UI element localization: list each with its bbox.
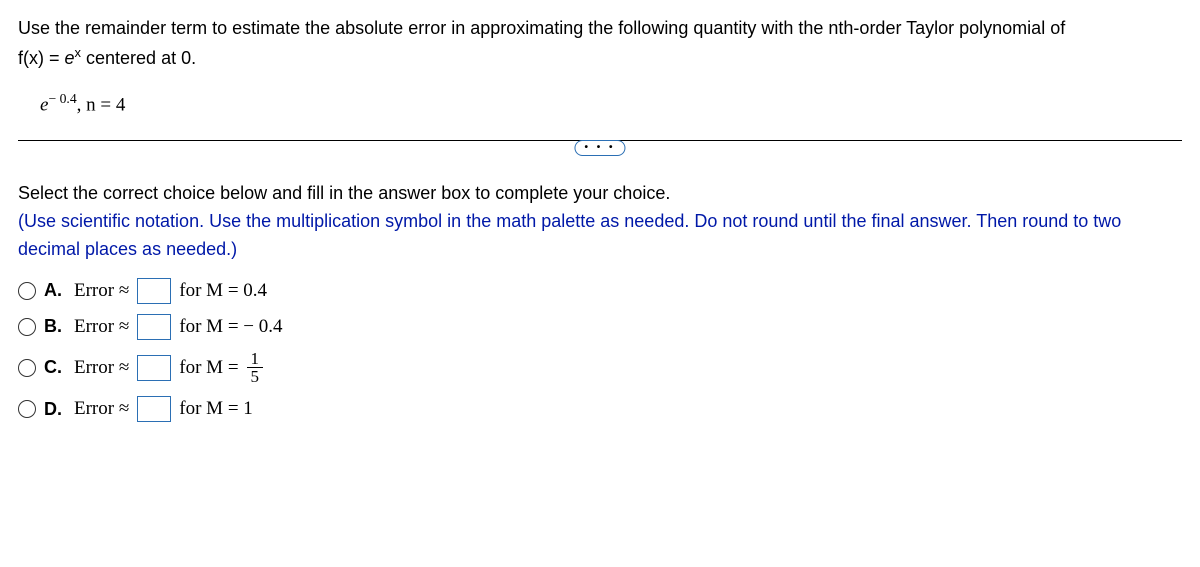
option-b-for-m: for M = − 0.4	[179, 316, 282, 338]
instructions: Select the correct choice below and fill…	[18, 180, 1182, 264]
option-c-error: Error ≈	[74, 357, 129, 379]
instructions-line1: Select the correct choice below and fill…	[18, 183, 670, 203]
problem-line2-suffix: centered at 0.	[81, 48, 196, 68]
option-d-error: Error ≈	[74, 398, 129, 420]
option-a-label: A.	[44, 280, 66, 301]
option-b[interactable]: B. Error ≈ for M = − 0.4	[18, 314, 1182, 340]
given-exp: − 0.4	[48, 91, 76, 106]
option-b-input[interactable]	[137, 314, 171, 340]
given-values: e− 0.4, n = 4	[40, 91, 1182, 116]
option-b-label: B.	[44, 316, 66, 337]
radio-a[interactable]	[18, 282, 36, 300]
option-d[interactable]: D. Error ≈ for M = 1	[18, 396, 1182, 422]
given-n: , n = 4	[77, 94, 126, 115]
radio-b[interactable]	[18, 318, 36, 336]
option-d-input[interactable]	[137, 396, 171, 422]
option-c-for-m-prefix: for M =	[179, 357, 238, 379]
instructions-line2: (Use scientific notation. Use the multip…	[18, 211, 1121, 259]
option-b-error: Error ≈	[74, 316, 129, 338]
problem-statement: Use the remainder term to estimate the a…	[18, 14, 1182, 73]
option-c-label: C.	[44, 357, 66, 378]
ellipsis-icon: • • •	[584, 143, 615, 153]
divider: • • •	[18, 140, 1182, 156]
option-c-den: 5	[247, 368, 264, 386]
problem-e: e	[65, 48, 75, 68]
option-a-input[interactable]	[137, 278, 171, 304]
option-c[interactable]: C. Error ≈ for M = 1 5	[18, 350, 1182, 387]
option-c-input[interactable]	[137, 355, 171, 381]
problem-line2-prefix: f(x) =	[18, 48, 65, 68]
option-c-num: 1	[247, 350, 264, 369]
radio-c[interactable]	[18, 359, 36, 377]
expand-button[interactable]: • • •	[574, 140, 625, 156]
problem-line1: Use the remainder term to estimate the a…	[18, 18, 1065, 38]
option-a[interactable]: A. Error ≈ for M = 0.4	[18, 278, 1182, 304]
option-d-for-m: for M = 1	[179, 398, 253, 420]
option-a-error: Error ≈	[74, 280, 129, 302]
option-c-fraction: 1 5	[247, 350, 264, 387]
radio-d[interactable]	[18, 400, 36, 418]
option-d-label: D.	[44, 399, 66, 420]
options-list: A. Error ≈ for M = 0.4 B. Error ≈ for M …	[18, 278, 1182, 423]
option-a-for-m: for M = 0.4	[179, 280, 267, 302]
